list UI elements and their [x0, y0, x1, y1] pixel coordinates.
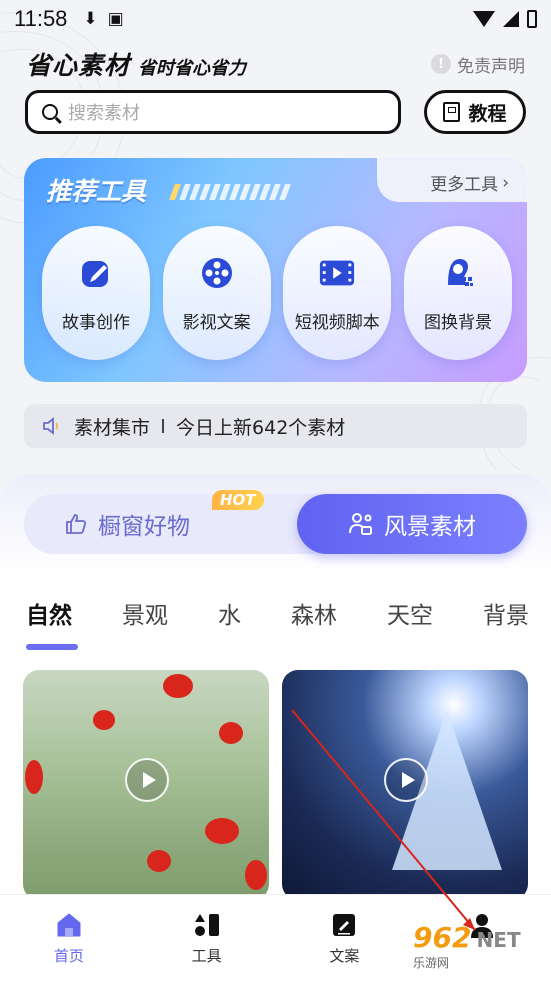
download-icon: ⬇ [83, 9, 98, 29]
tool-label: 影视文案 [182, 312, 251, 333]
content-tab-switch: 橱窗好物 HOT 风景素材 [24, 490, 527, 554]
status-time: 11:58 [14, 6, 68, 31]
category-tab-water[interactable]: 水 [218, 596, 241, 630]
tools-icon [194, 914, 219, 936]
tab-showcase-label: 橱窗好物 [98, 514, 190, 540]
battery-icon [527, 10, 537, 28]
site-watermark: 962 NET 乐游网 [413, 918, 545, 974]
tab-scenery-materials[interactable]: 风景素材 [297, 494, 527, 554]
info-icon: ! [431, 54, 451, 74]
category-tab-landscape[interactable]: 景观 [122, 596, 168, 630]
video-icon [318, 254, 356, 292]
disclaimer-link[interactable]: ! 免责声明 [431, 52, 525, 77]
tool-label: 图换背景 [423, 312, 492, 333]
book-icon [443, 102, 461, 122]
chevron-right-icon: › [502, 172, 509, 193]
recommended-tools-card: 推荐工具 更多工具 › 故事创作 影视文案 短视频脚本 图换背景 [24, 158, 527, 382]
category-tab-forest[interactable]: 森林 [291, 596, 337, 630]
home-icon [57, 913, 81, 937]
watermark-sub: 乐游网 [413, 956, 450, 970]
category-tab-nature[interactable]: 自然 [26, 596, 72, 630]
tutorial-button[interactable]: 教程 [424, 90, 526, 134]
tool-story-creation[interactable]: 故事创作 [42, 226, 150, 360]
nav-home[interactable]: 首页 [29, 911, 109, 966]
hot-badge: HOT [212, 490, 264, 510]
watermark-net: NET [476, 928, 521, 952]
play-icon[interactable] [384, 758, 428, 802]
status-bar: 11:58 ⬇ ▣ [0, 0, 551, 38]
search-icon [42, 104, 58, 120]
market-notice: 今日上新642个素材 [176, 416, 346, 439]
person-background-icon [439, 254, 477, 292]
decorative-stripes [169, 184, 291, 200]
tool-background-swap[interactable]: 图换背景 [403, 226, 512, 360]
thumbs-up-icon [66, 514, 87, 534]
app-header: 省心素材 省时省心省力 ! 免责声明 [0, 44, 551, 84]
film-reel-icon [198, 254, 236, 292]
market-title: 素材集市 [74, 416, 151, 439]
more-tools-link[interactable]: 更多工具 › [430, 170, 509, 196]
app-slogan: 省时省心省力 [138, 58, 247, 79]
tool-label: 短视频脚本 [294, 312, 380, 333]
active-tab-indicator [26, 644, 78, 650]
tool-film-copy[interactable]: 影视文案 [162, 226, 271, 360]
nav-tools-label: 工具 [191, 947, 222, 965]
tools-title: 推荐工具 [46, 177, 147, 206]
tool-short-video-script[interactable]: 短视频脚本 [283, 226, 392, 360]
camera-person-icon [349, 513, 372, 535]
more-tools-label: 更多工具 [430, 175, 499, 195]
watermark-number: 962 [413, 921, 472, 954]
disclaimer-label: 免责声明 [457, 56, 525, 77]
tab-scenery-label: 风景素材 [384, 514, 476, 540]
play-icon[interactable] [125, 758, 169, 802]
notification-icon: ▣ [107, 9, 124, 29]
search-placeholder: 搜索素材 [68, 103, 140, 124]
category-section: 自然 景观 水 森林 天空 背景 [0, 574, 551, 904]
app-logo: 省心素材 [26, 51, 131, 80]
pen-edit-icon [77, 254, 115, 292]
signal-icon [503, 11, 519, 27]
video-thumbnail-poppies[interactable] [23, 670, 269, 900]
video-thumbnail-christmas-tree[interactable] [282, 670, 528, 900]
category-tab-background[interactable]: 背景 [483, 596, 529, 630]
document-icon [333, 914, 356, 936]
category-tabs: 自然 景观 水 森林 天空 背景 [26, 596, 529, 630]
speaker-icon [42, 416, 62, 436]
nav-copywriting-label: 文案 [329, 947, 360, 965]
material-market-bar[interactable]: 素材集市 今日上新642个素材 [24, 404, 527, 448]
wifi-icon [473, 11, 495, 27]
nav-tools[interactable]: 工具 [167, 911, 247, 966]
tab-showcase-goods[interactable]: 橱窗好物 [64, 494, 190, 554]
nav-home-label: 首页 [53, 947, 84, 965]
tutorial-label: 教程 [468, 102, 507, 125]
divider [162, 419, 165, 433]
search-input[interactable]: 搜索素材 [25, 90, 401, 134]
nav-copywriting[interactable]: 文案 [304, 911, 384, 966]
category-tab-sky[interactable]: 天空 [387, 596, 433, 630]
tool-label: 故事创作 [62, 312, 130, 333]
